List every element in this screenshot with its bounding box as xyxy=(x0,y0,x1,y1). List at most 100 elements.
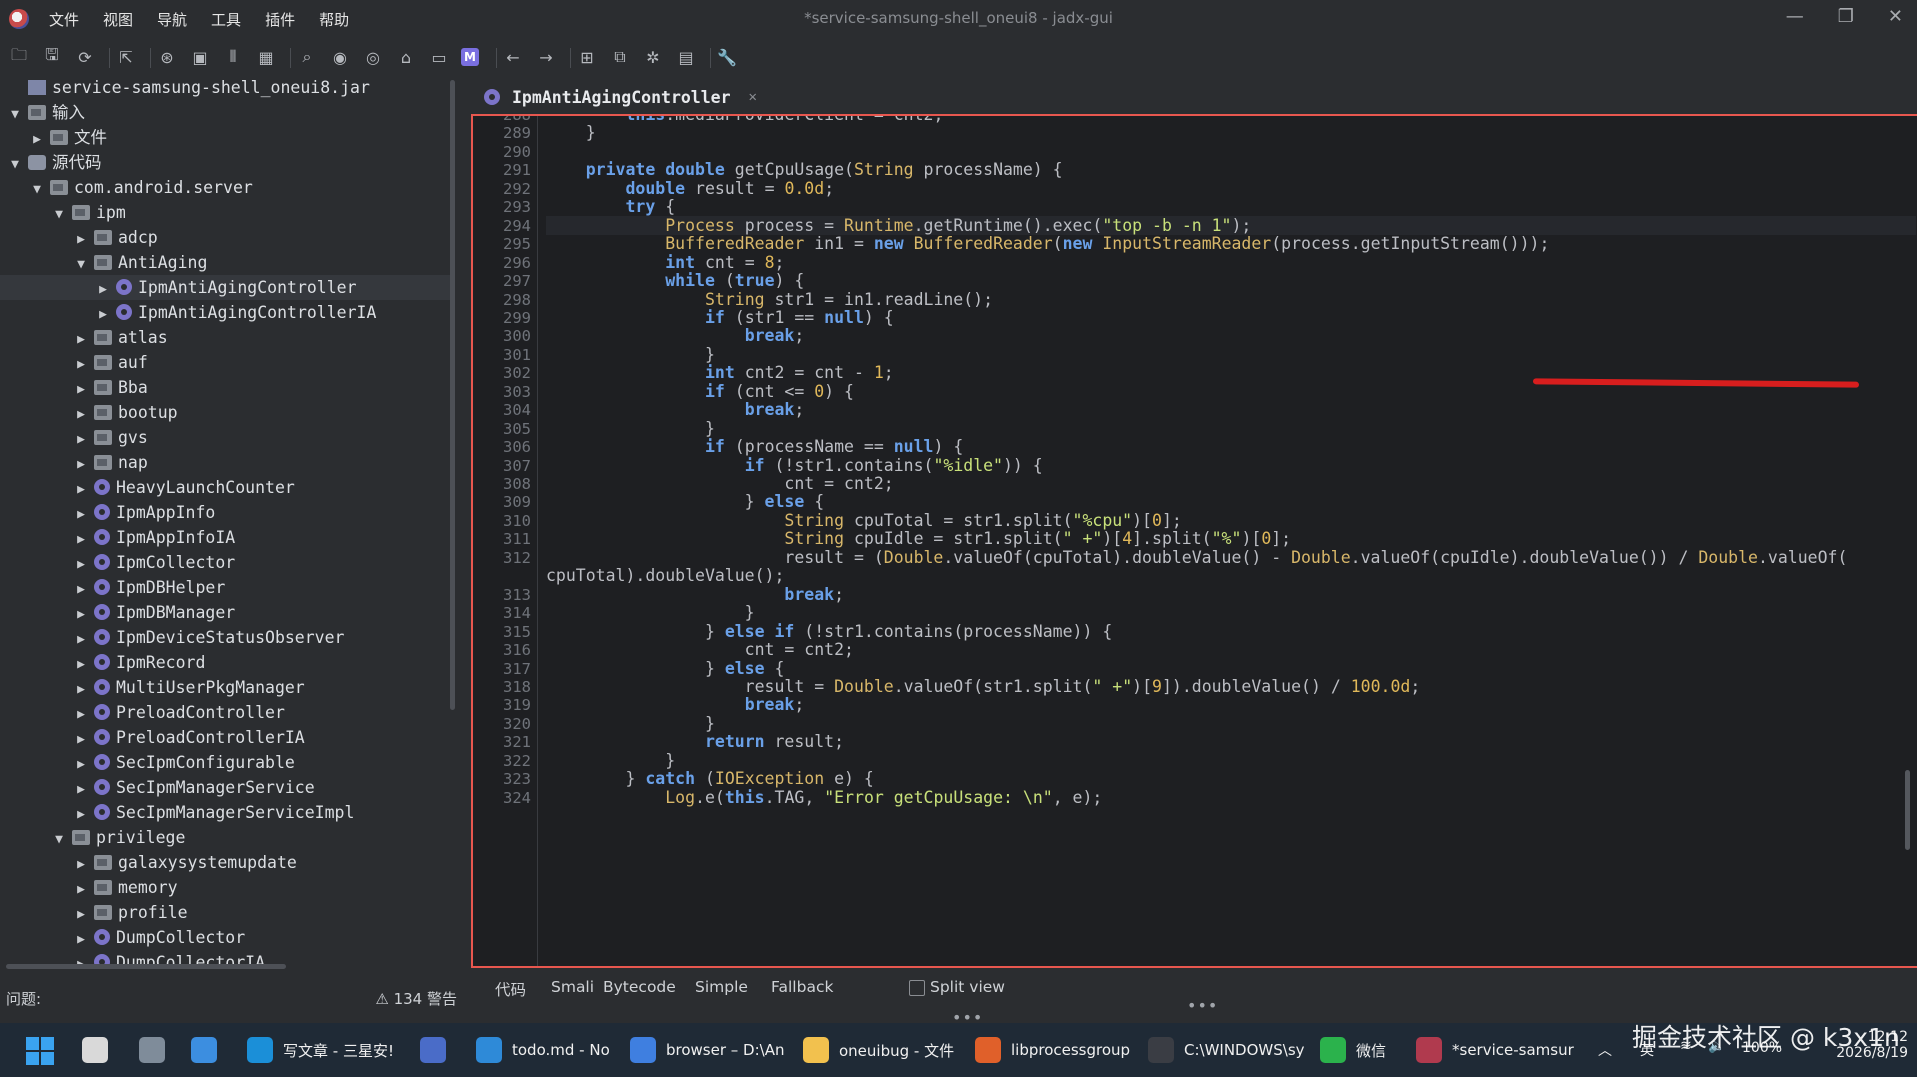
export-icon[interactable]: ⇱ xyxy=(115,46,137,68)
collapsed-arrow-icon[interactable]: ▶ xyxy=(74,927,88,952)
collapsed-arrow-icon[interactable]: ▶ xyxy=(74,427,88,452)
expanded-arrow-icon[interactable]: ▼ xyxy=(30,177,44,202)
collapsed-arrow-icon[interactable]: ▶ xyxy=(74,477,88,502)
preferences-icon[interactable]: 🔧 xyxy=(716,46,738,68)
code-editor[interactable]: 288 this.mediaProviderClient = cnt2; 289 … xyxy=(471,114,1917,968)
split-view-icon[interactable]: ⫴ xyxy=(222,46,244,68)
collapsed-arrow-icon[interactable]: ▶ xyxy=(74,727,88,752)
find-class-icon[interactable]: ◎ xyxy=(362,46,384,68)
code-line[interactable]: int cnt = 8; xyxy=(546,253,784,272)
code-line[interactable]: break; xyxy=(546,585,844,604)
layout-icon[interactable]: ⊞ xyxy=(576,46,598,68)
maximize-button[interactable]: ❐ xyxy=(1838,6,1854,27)
more-icon[interactable]: ••• xyxy=(1187,996,1218,1015)
code-line[interactable]: if (processName == null) { xyxy=(546,437,963,456)
code-line[interactable]: this.mediaProviderClient = cnt2; xyxy=(546,116,943,124)
code-line[interactable]: try { xyxy=(546,197,675,216)
sync-icon[interactable]: ⟳ xyxy=(74,46,96,68)
collapsed-arrow-icon[interactable]: ▶ xyxy=(74,552,88,577)
expanded-arrow-icon[interactable]: ▼ xyxy=(52,827,66,852)
tree-item[interactable]: ▶ IpmCollector xyxy=(0,550,450,575)
tab-simple[interactable]: Simple xyxy=(695,978,748,996)
code-line[interactable]: } else { xyxy=(546,492,825,511)
code-line[interactable]: } xyxy=(546,603,755,622)
tree-item[interactable]: ▶ IpmAppInfo xyxy=(0,500,450,525)
taskbar-app-0[interactable]: 写文章 - 三星安! xyxy=(247,1033,394,1067)
code-line[interactable]: BufferedReader in1 = new BufferedReader(… xyxy=(546,234,1549,253)
code-line[interactable]: break; xyxy=(546,326,805,345)
tree-item[interactable]: ▶ SecIpmManagerServiceImpl xyxy=(0,800,450,825)
editor-vertical-scrollbar[interactable] xyxy=(1905,770,1910,850)
tree-item[interactable]: ▼ ipm xyxy=(0,200,450,225)
expanded-arrow-icon[interactable]: ▼ xyxy=(52,202,66,227)
photos-icon[interactable] xyxy=(191,1033,227,1067)
taskbar-app-5[interactable]: libprocessgroup xyxy=(975,1033,1130,1067)
expanded-arrow-icon[interactable]: ▼ xyxy=(74,252,88,277)
tree-item[interactable]: ▶ IpmRecord xyxy=(0,650,450,675)
tree-item[interactable]: ▶ IpmDBHelper xyxy=(0,575,450,600)
tree-item[interactable]: ▶ MultiUserPkgManager xyxy=(0,675,450,700)
tree-item[interactable]: ▶ auf xyxy=(0,350,450,375)
collapsed-arrow-icon[interactable]: ▶ xyxy=(74,352,88,377)
tab-ipm-anti-aging-controller[interactable]: IpmAntiAgingController ✕ xyxy=(484,82,757,112)
task-view-icon[interactable] xyxy=(82,1033,118,1067)
collapsed-arrow-icon[interactable]: ▶ xyxy=(30,127,44,152)
search-icon[interactable]: ⌕ xyxy=(296,46,318,68)
code-area[interactable]: 288 this.mediaProviderClient = cnt2; 289 … xyxy=(473,116,1917,966)
code-line[interactable]: Log.e(this.TAG, "Error getCpuUsage: \n",… xyxy=(546,788,1102,807)
code-line[interactable]: } xyxy=(546,714,715,733)
code-line[interactable]: cnt = cnt2; xyxy=(546,474,893,493)
code-line[interactable]: if (!str1.contains("%idle")) { xyxy=(546,456,1043,475)
calculator-icon[interactable] xyxy=(139,1033,175,1067)
collapsed-arrow-icon[interactable]: ▶ xyxy=(74,877,88,902)
collapsed-arrow-icon[interactable]: ▶ xyxy=(74,402,88,427)
open-file-icon[interactable]: 🗀 xyxy=(8,45,30,68)
code-line[interactable]: break; xyxy=(546,400,805,419)
file-manager-icon[interactable]: ▣ xyxy=(189,46,211,68)
close-window-button[interactable]: ✕ xyxy=(1888,6,1903,27)
collapsed-arrow-icon[interactable]: ▶ xyxy=(74,627,88,652)
tree-item[interactable]: ▶ profile xyxy=(0,900,450,925)
tree-item[interactable]: service-samsung-shell_oneui8.jar xyxy=(0,78,450,100)
code-line[interactable]: } xyxy=(546,419,715,438)
expanded-arrow-icon[interactable]: ▼ xyxy=(8,152,22,177)
code-line[interactable]: } catch (IOException e) { xyxy=(546,769,873,788)
taskbar-app-4[interactable]: oneuibug - 文件 xyxy=(803,1033,954,1067)
tree-item[interactable]: ▶ IpmDeviceStatusObserver xyxy=(0,625,450,650)
tree-item[interactable]: ▶ HeavyLaunchCounter xyxy=(0,475,450,500)
back-icon[interactable]: ← xyxy=(502,46,524,68)
collapsed-arrow-icon[interactable]: ▶ xyxy=(74,852,88,877)
tree-item[interactable]: ▶ PreloadController xyxy=(0,700,450,725)
code-line[interactable]: } xyxy=(546,345,715,364)
bookmark-icon[interactable]: ⧉ xyxy=(609,46,631,68)
tab-bytecode[interactable]: Bytecode xyxy=(603,978,676,996)
tree-item[interactable]: ▼ 输入 xyxy=(0,100,450,125)
code-line[interactable]: result = Double.valueOf(str1.split(" +")… xyxy=(546,677,1421,696)
minimize-button[interactable]: — xyxy=(1786,6,1804,27)
home-icon[interactable]: ⌂ xyxy=(395,46,417,68)
collapsed-arrow-icon[interactable]: ▶ xyxy=(74,377,88,402)
tree-item[interactable]: ▶ memory xyxy=(0,875,450,900)
tree-item[interactable]: ▶ 文件 xyxy=(0,125,450,150)
code-line[interactable]: if (cnt <= 0) { xyxy=(546,382,854,401)
collapsed-arrow-icon[interactable]: ▶ xyxy=(74,702,88,727)
tree-icon[interactable]: ▦ xyxy=(255,46,277,68)
collapsed-arrow-icon[interactable]: ▶ xyxy=(74,527,88,552)
tree-item[interactable]: ▼ com.android.server xyxy=(0,175,450,200)
code-line[interactable]: result = (Double.valueOf(cpuTotal).doubl… xyxy=(546,548,1847,567)
split-view-checkbox[interactable] xyxy=(909,980,925,996)
split-view-label[interactable]: Split view xyxy=(930,978,1005,996)
code-line[interactable]: double result = 0.0d; xyxy=(546,179,834,198)
taskbar-app-2[interactable]: todo.md - No xyxy=(476,1033,610,1067)
tree-item[interactable]: ▶ IpmDBManager xyxy=(0,600,450,625)
windows-start-icon[interactable] xyxy=(26,1037,54,1065)
collapsed-arrow-icon[interactable]: ▶ xyxy=(74,577,88,602)
tree-item[interactable]: ▶ bootup xyxy=(0,400,450,425)
collapsed-arrow-icon[interactable]: ▶ xyxy=(96,302,110,327)
code-line[interactable]: } xyxy=(546,751,675,770)
code-line[interactable]: String cpuIdle = str1.split(" +")[4].spl… xyxy=(546,529,1291,548)
tree-item[interactable]: ▶ SecIpmConfigurable xyxy=(0,750,450,775)
tree-item[interactable]: ▶ Bba xyxy=(0,375,450,400)
warnings-count[interactable]: ⚠ 134 警告 xyxy=(375,988,457,1009)
tree-item[interactable]: ▶ galaxysystemupdate xyxy=(0,850,450,875)
